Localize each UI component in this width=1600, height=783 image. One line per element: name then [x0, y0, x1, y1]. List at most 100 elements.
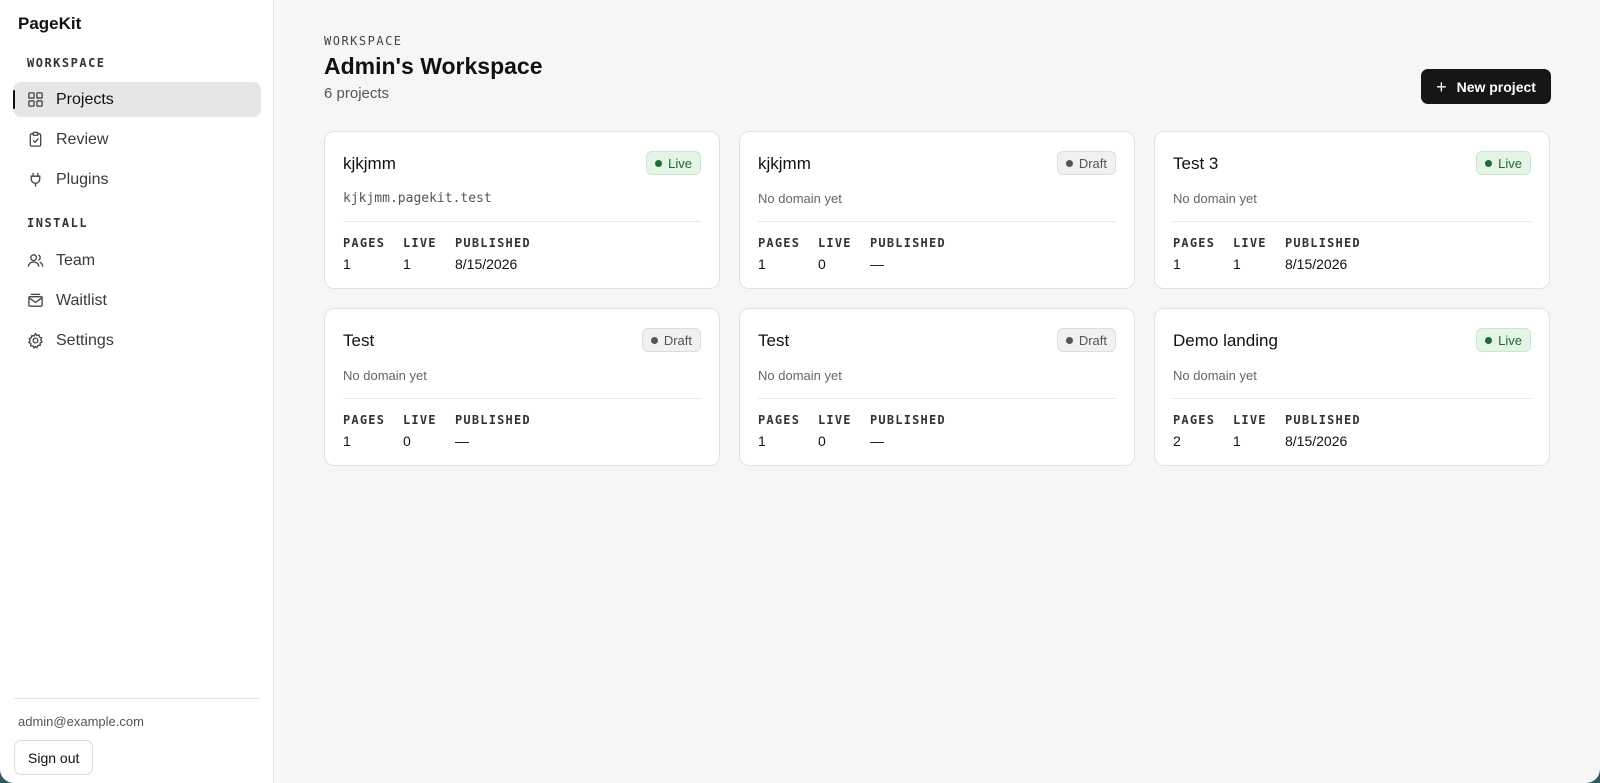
users-icon: [27, 252, 44, 269]
stat-value-pages: 1: [758, 433, 766, 449]
project-domain: No domain yet: [343, 368, 427, 383]
status-dot-icon: [655, 159, 663, 167]
sidebar-item-team[interactable]: Team: [13, 243, 261, 278]
gear-icon: [27, 332, 44, 349]
status-dot-icon: [1065, 159, 1073, 167]
app-window: PageKit WORKSPACE Projects Review Plugin…: [0, 0, 1600, 783]
stat-label-live: LIVE: [403, 236, 437, 250]
clipboard-check-icon: [27, 131, 44, 148]
project-card[interactable]: Demo landing Live No domain yet PAGES 2 L…: [1154, 308, 1550, 466]
stat-label-pages: PAGES: [1173, 236, 1216, 250]
status-label: Live: [1498, 332, 1522, 348]
stat-value-pages: 1: [1173, 256, 1181, 272]
stat-label-published: PUBLISHED: [455, 236, 531, 250]
sidebar: PageKit WORKSPACE Projects Review Plugin…: [0, 0, 274, 783]
sidebar-item-plugins[interactable]: Plugins: [13, 162, 261, 197]
brand-logo[interactable]: PageKit: [18, 14, 81, 34]
stat-label-published: PUBLISHED: [870, 236, 946, 250]
project-card[interactable]: Test 3 Live No domain yet PAGES 1 LIVE 1 P…: [1154, 131, 1550, 289]
status-label: Draft: [1078, 155, 1107, 171]
stat-label-pages: PAGES: [758, 413, 801, 427]
sidebar-item-settings[interactable]: Settings: [13, 323, 261, 358]
stat-label-live: LIVE: [403, 413, 437, 427]
stat-value-pages: 1: [758, 256, 766, 272]
new-project-label: New project: [1456, 78, 1536, 95]
main-content: WORKSPACE Admin's Workspace 6 projects +…: [274, 0, 1600, 783]
sidebar-item-label: Settings: [56, 331, 114, 349]
plug-icon: [27, 171, 44, 188]
project-stats: PAGES 2 LIVE 1 PUBLISHED 8/15/2026: [1173, 413, 1361, 449]
card-divider: [1173, 221, 1531, 222]
stat-value-live: 1: [1233, 433, 1241, 449]
status-dot-icon: [650, 336, 658, 344]
project-stats: PAGES 1 LIVE 1 PUBLISHED 8/15/2026: [343, 236, 531, 272]
stat-value-live: 1: [1233, 256, 1241, 272]
project-card[interactable]: Test Draft No domain yet PAGES 1 LIVE 0 PU…: [324, 308, 720, 466]
project-name: kjkjmm: [758, 154, 811, 173]
status-badge: Live: [1476, 151, 1531, 175]
section-label-workspace: WORKSPACE: [27, 56, 106, 70]
section-label-install: INSTALL: [27, 216, 89, 230]
sidebar-item-label: Projects: [56, 90, 114, 108]
sidebar-item-waitlist[interactable]: Waitlist: [13, 283, 261, 318]
status-dot-icon: [1485, 159, 1493, 167]
project-stats: PAGES 1 LIVE 1 PUBLISHED 8/15/2026: [1173, 236, 1361, 272]
stat-label-live: LIVE: [818, 236, 852, 250]
stat-label-live: LIVE: [818, 413, 852, 427]
project-domain: No domain yet: [1173, 368, 1257, 383]
user-email: admin@example.com: [18, 714, 144, 729]
project-domain: kjkjmm.pagekit.test: [343, 191, 492, 206]
sidebar-item-label: Plugins: [56, 170, 109, 188]
stat-value-pages: 2: [1173, 433, 1181, 449]
stat-label-published: PUBLISHED: [1285, 236, 1361, 250]
stat-label-live: LIVE: [1233, 413, 1267, 427]
project-domain: No domain yet: [1173, 191, 1257, 206]
stat-value-live: 0: [818, 256, 826, 272]
stat-value-pages: 1: [343, 256, 351, 272]
sidebar-item-label: Team: [56, 251, 96, 269]
card-divider: [343, 398, 701, 399]
card-divider: [758, 221, 1116, 222]
new-project-button[interactable]: + New project: [1421, 69, 1551, 104]
status-dot-icon: [1065, 336, 1073, 344]
stat-value-published: —: [455, 433, 469, 449]
page-title: Admin's Workspace: [324, 53, 543, 79]
sidebar-item-review[interactable]: Review: [13, 122, 261, 157]
sign-out-button[interactable]: Sign out: [14, 740, 94, 775]
stat-label-pages: PAGES: [343, 236, 386, 250]
stat-value-live: 1: [403, 256, 411, 272]
project-name: kjkjmm: [343, 154, 396, 173]
mail-stack-icon: [27, 292, 44, 309]
stat-label-live: LIVE: [1233, 236, 1267, 250]
project-card[interactable]: kjkjmm Live kjkjmm.pagekit.test PAGES 1 L…: [324, 131, 720, 289]
card-divider: [343, 221, 701, 222]
project-domain: No domain yet: [758, 191, 842, 206]
project-stats: PAGES 1 LIVE 0 PUBLISHED —: [343, 413, 531, 449]
stat-label-published: PUBLISHED: [870, 413, 946, 427]
project-stats: PAGES 1 LIVE 0 PUBLISHED —: [758, 413, 946, 449]
stat-value-published: 8/15/2026: [1285, 256, 1348, 272]
sidebar-divider: [14, 698, 260, 699]
project-domain: No domain yet: [758, 368, 842, 383]
stat-value-live: 0: [403, 433, 411, 449]
stat-value-pages: 1: [343, 433, 351, 449]
sidebar-item-label: Review: [56, 130, 109, 148]
stat-label-pages: PAGES: [1173, 413, 1216, 427]
stat-value-live: 0: [818, 433, 826, 449]
workspace-eyebrow: WORKSPACE: [324, 34, 403, 48]
status-badge: Draft: [1056, 328, 1116, 352]
status-badge: Live: [1476, 328, 1531, 352]
project-card[interactable]: Test Draft No domain yet PAGES 1 LIVE 0 PU…: [739, 308, 1135, 466]
status-label: Draft: [663, 332, 692, 348]
stat-value-published: 8/15/2026: [455, 256, 518, 272]
project-name: Test: [343, 331, 375, 350]
sidebar-item-label: Waitlist: [56, 291, 107, 309]
stat-label-pages: PAGES: [343, 413, 386, 427]
status-label: Draft: [1078, 332, 1107, 348]
sidebar-item-projects[interactable]: Projects: [13, 82, 261, 117]
card-divider: [758, 398, 1116, 399]
project-name: Demo landing: [1173, 331, 1278, 350]
project-grid: kjkjmm Live kjkjmm.pagekit.test PAGES 1 L…: [324, 131, 1551, 466]
status-dot-icon: [1485, 336, 1493, 344]
project-card[interactable]: kjkjmm Draft No domain yet PAGES 1 LIVE 0 …: [739, 131, 1135, 289]
